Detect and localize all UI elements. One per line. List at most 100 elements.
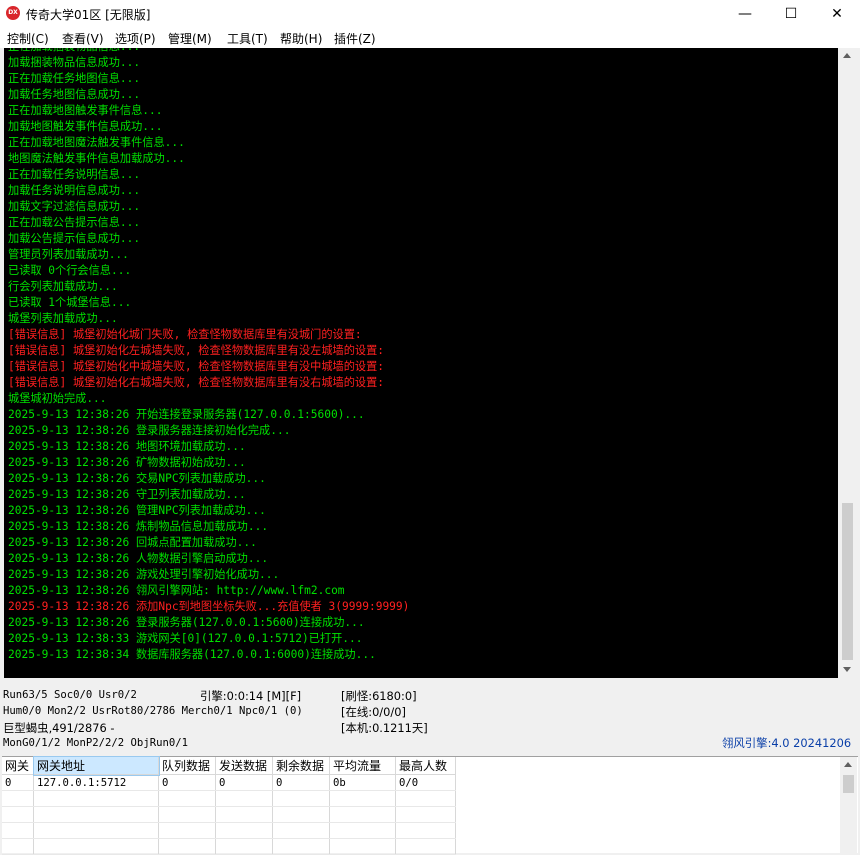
- col-max-users[interactable]: 最高人数: [395, 757, 456, 775]
- log-line: 加载任务地图信息成功...: [8, 88, 141, 101]
- table-cell: [395, 806, 456, 823]
- log-line: 2025-9-13 12:38:26 翎风引擎网站: http://www.lf…: [8, 584, 345, 597]
- console-scrollbar[interactable]: [839, 48, 856, 678]
- table-cell: [215, 822, 273, 839]
- table-row[interactable]: 0 127.0.0.1:5712 0 0 0 0b 0/0: [2, 774, 456, 791]
- log-line: 地图魔法触发事件信息加载成功...: [8, 152, 185, 165]
- log-line: 正在加载任务地图信息...: [8, 72, 141, 85]
- status-monster: 巨型蝎虫,491/2876 -: [3, 721, 115, 735]
- gate-scrollbar[interactable]: [840, 757, 857, 853]
- table-cell: [2, 822, 34, 839]
- table-cell: [33, 838, 159, 855]
- table-cell: [272, 838, 330, 855]
- log-line: 2025-9-13 12:38:26 登录服务器(127.0.0.1:5600)…: [8, 616, 365, 629]
- status-mongroup: MonG0/1/2 MonP2/2/2 ObjRun0/1: [3, 737, 188, 749]
- menu-manage[interactable]: 管理(M): [168, 30, 212, 47]
- table-cell: [33, 790, 159, 807]
- maximize-button[interactable]: ☐: [768, 0, 814, 28]
- status-panel: Run63/5 Soc0/0 Usr0/2 引擎:0:0:14 [M][F] […: [0, 683, 860, 755]
- log-line: 正在加载地图魔法触发事件信息...: [8, 136, 185, 149]
- table-cell: [33, 806, 159, 823]
- table-cell: [33, 822, 159, 839]
- log-line: 已读取 0个行会信息...: [8, 264, 132, 277]
- table-cell: [395, 822, 456, 839]
- col-sent[interactable]: 发送数据: [215, 757, 273, 775]
- table-row[interactable]: [2, 838, 456, 855]
- log-line: [错误信息] 城堡初始化左城墙失败, 检查怪物数据库里有没左城墙的设置:: [8, 344, 385, 357]
- log-console[interactable]: 正在加载捆装物品信息...加载捆装物品信息成功... 正在加载任务地图信息... 加…: [4, 48, 838, 678]
- table-cell: 0: [272, 774, 330, 791]
- log-line: 2025-9-13 12:38:26 守卫列表加载成功...: [8, 488, 246, 501]
- log-line: 正在加载捆装物品信息...: [8, 48, 409, 55]
- table-cell: [158, 822, 216, 839]
- menu-options[interactable]: 选项(P): [115, 30, 156, 47]
- table-cell: [2, 838, 34, 855]
- log-line: 已读取 1个城堡信息...: [8, 296, 132, 309]
- menu-control[interactable]: 控制(C): [7, 30, 49, 47]
- log-line: 正在加载公告提示信息...: [8, 216, 141, 229]
- table-cell: 0b: [329, 774, 396, 791]
- minimize-button[interactable]: —: [722, 0, 768, 28]
- table-cell: [329, 790, 396, 807]
- menu-tools[interactable]: 工具(T): [227, 30, 268, 47]
- status-machine: [本机:0.1211天]: [341, 721, 428, 735]
- table-cell: [158, 806, 216, 823]
- status-hum: Hum0/0 Mon2/2 UsrRot80/2786 Merch0/1 Npc…: [3, 705, 303, 717]
- log-line: 加载捆装物品信息成功...: [8, 56, 141, 69]
- table-cell: [272, 790, 330, 807]
- console-scroll-thumb[interactable]: [842, 503, 853, 660]
- table-cell: [158, 790, 216, 807]
- app-icon[interactable]: DX: [6, 6, 20, 20]
- menu-help[interactable]: 帮助(H): [280, 30, 322, 47]
- col-gate[interactable]: 网关: [2, 757, 34, 775]
- table-row[interactable]: [2, 806, 456, 823]
- log-line: [错误信息] 城堡初始化城门失败, 检查怪物数据库里有没城门的设置:: [8, 328, 362, 341]
- log-line: 城堡列表加载成功...: [8, 312, 118, 325]
- col-avg-traffic[interactable]: 平均流量: [329, 757, 396, 775]
- log-line: 行会列表加载成功...: [8, 280, 118, 293]
- table-cell: [2, 806, 34, 823]
- log-line: 2025-9-13 12:38:26 地图环境加载成功...: [8, 440, 246, 453]
- table-row[interactable]: [2, 822, 456, 839]
- log-line: 正在加载任务说明信息...: [8, 168, 141, 181]
- table-cell: [215, 806, 273, 823]
- table-cell: 0/0: [395, 774, 456, 791]
- log-line: 2025-9-13 12:38:26 矿物数据初始成功...: [8, 456, 246, 469]
- main-window: DX 传奇大学01区 [无限版] — ☐ ✕ 控制(C) 查看(V) 选项(P)…: [0, 0, 860, 855]
- menu-bar: 控制(C) 查看(V) 选项(P) 管理(M) 工具(T) 帮助(H) 插件(Z…: [0, 28, 860, 48]
- scroll-up-icon[interactable]: [843, 53, 851, 58]
- log-line: 2025-9-13 12:38:26 交易NPC列表加载成功...: [8, 472, 266, 485]
- col-remaining[interactable]: 剩余数据: [272, 757, 330, 775]
- log-line: [错误信息] 城堡初始化右城墙失败, 检查怪物数据库里有没右城墙的设置:: [8, 376, 385, 389]
- close-button[interactable]: ✕: [814, 0, 860, 28]
- table-cell: [395, 838, 456, 855]
- log-line: 加载任务说明信息成功...: [8, 184, 141, 197]
- title-bar[interactable]: DX 传奇大学01区 [无限版] — ☐ ✕: [0, 0, 860, 28]
- col-queue[interactable]: 队列数据: [158, 757, 216, 775]
- log-line: 2025-9-13 12:38:26 游戏处理引擎初始化成功...: [8, 568, 280, 581]
- gate-table: 网关 网关地址 队列数据 发送数据 剩余数据 平均流量 最高人数 0 127.0.…: [2, 756, 456, 855]
- table-cell: [329, 806, 396, 823]
- gate-scroll-thumb[interactable]: [843, 775, 854, 793]
- menu-view[interactable]: 查看(V): [62, 30, 104, 47]
- gate-list[interactable]: 网关 网关地址 队列数据 发送数据 剩余数据 平均流量 最高人数 0 127.0.…: [2, 756, 858, 855]
- table-cell: 127.0.0.1:5712: [33, 774, 159, 791]
- log-line: 城堡城初始完成...: [8, 392, 107, 405]
- scroll-down-icon[interactable]: [843, 667, 851, 672]
- scroll-up-icon[interactable]: [844, 762, 852, 767]
- log-line: 2025-9-13 12:38:26 开始连接登录服务器(127.0.0.1:5…: [8, 408, 365, 421]
- col-gate-address[interactable]: 网关地址: [32, 756, 160, 776]
- status-engine-time: 引擎:0:0:14 [M][F]: [200, 689, 302, 703]
- table-row[interactable]: [2, 790, 456, 807]
- window-title: 传奇大学01区 [无限版]: [26, 8, 151, 22]
- table-cell: [272, 822, 330, 839]
- log-line: 2025-9-13 12:38:26 登录服务器连接初始化完成...: [8, 424, 291, 437]
- log-line: 2025-9-13 12:38:26 添加Npc到地图坐标失败...充值使者 3…: [8, 600, 410, 613]
- menu-plugins[interactable]: 插件(Z): [334, 30, 376, 47]
- log-line: 2025-9-13 12:38:33 游戏网关[0](127.0.0.1:571…: [8, 632, 363, 645]
- log-line: 管理员列表加载成功...: [8, 248, 129, 261]
- log-lines: 正在加载捆装物品信息...加载捆装物品信息成功... 正在加载任务地图信息... 加…: [8, 48, 409, 663]
- table-cell: 0: [2, 774, 34, 791]
- log-line: 加载地图触发事件信息成功...: [8, 120, 163, 133]
- log-line: 2025-9-13 12:38:26 人物数据引擎启动成功...: [8, 552, 269, 565]
